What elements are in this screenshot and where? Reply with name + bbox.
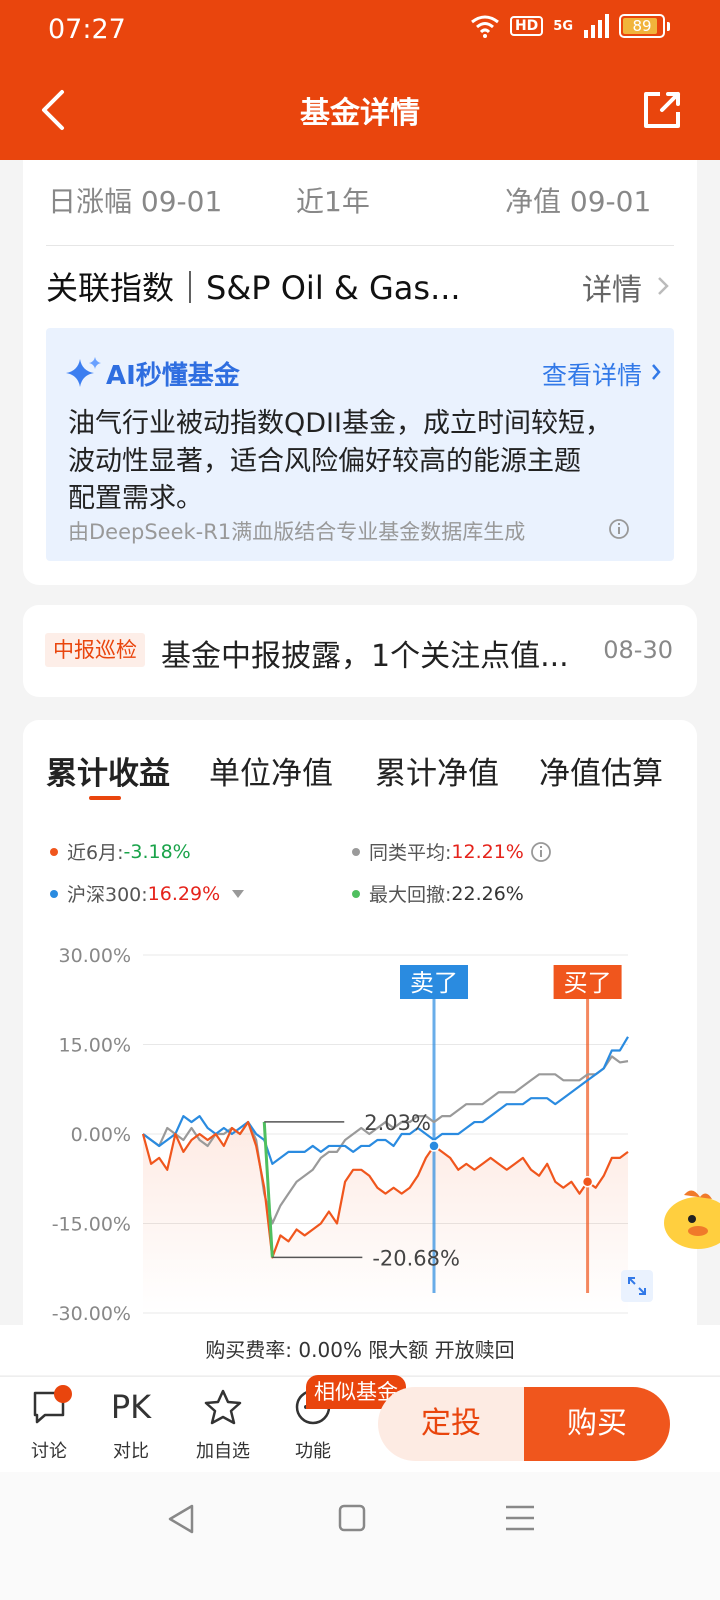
nav-menu-icon[interactable]: [504, 1504, 536, 1532]
legend-peer-label: 同类平均:: [369, 842, 452, 864]
y-tick-label: -15.00%: [52, 1214, 131, 1236]
wifi-icon: [471, 15, 499, 38]
fund-summary-card: 0.00% 5.52% 0.8718 日涨幅 09-01 近1年 净值 09-0…: [23, 120, 697, 585]
annotation-label: 2.03%: [364, 1111, 431, 1135]
discuss-label: 讨论: [31, 1441, 67, 1462]
status-time: 07:27: [48, 14, 126, 45]
y-tick-label: 0.00%: [71, 1124, 131, 1146]
legend-index-label: 沪深300:: [67, 884, 148, 906]
info-icon[interactable]: [530, 841, 552, 863]
add-watchlist-button[interactable]: 加自选: [188, 1385, 258, 1463]
legend-peer: 同类平均: 12.21%: [352, 838, 552, 865]
action-bar: 讨论 PK 对比 加自选 功能 相似基金 定投 购买: [0, 1375, 720, 1472]
ai-title: AI秒懂基金: [106, 361, 240, 391]
pk-icon: PK: [110, 1388, 152, 1426]
notice-card[interactable]: 中报巡检 基金中报披露，1个关注点值... 08-30: [23, 605, 697, 697]
chevron-right-icon: [658, 277, 669, 295]
ai-detail-link[interactable]: 查看详情: [542, 356, 642, 392]
trade-marker-label: 卖了: [410, 969, 458, 997]
y-tick-label: 15.00%: [59, 1035, 131, 1057]
battery-icon: 89: [619, 14, 670, 38]
add-watchlist-label: 加自选: [196, 1441, 250, 1462]
related-index-row[interactable]: 关联指数｜S&P Oil & Gas... 详情: [46, 257, 674, 313]
app-header: 07:27 HD 5G 89 基金详情: [0, 0, 720, 160]
trade-marker-label: 买了: [564, 969, 612, 997]
star-icon: [204, 1389, 242, 1425]
compare-label: 对比: [113, 1441, 149, 1462]
ai-summary-line: 配置需求。: [68, 483, 203, 514]
legend-index[interactable]: 沪深300: 16.29%: [50, 880, 245, 907]
series-area: [143, 1122, 628, 1313]
discuss-button[interactable]: 讨论: [14, 1385, 84, 1463]
nav-home-icon[interactable]: [338, 1504, 366, 1532]
signal-network-label: 5G: [553, 18, 573, 34]
trade-point: [581, 1175, 594, 1188]
y-tick-label: -30.00%: [52, 1303, 131, 1325]
legend-index-value: 16.29%: [147, 882, 221, 905]
related-index-label: 关联指数｜S&P Oil & Gas...: [46, 269, 461, 307]
nav-label: 净值 09-01: [505, 185, 652, 218]
legend-period-value: -3.18%: [123, 840, 191, 863]
notice-date: 08-30: [603, 636, 673, 664]
ai-summary-line: 油气行业被动指数QDII基金，成立时间较短，: [68, 408, 612, 439]
legend-peer-value: 12.21%: [451, 840, 524, 863]
tab-cumulative-return[interactable]: 累计收益: [46, 748, 170, 793]
hd-icon: HD: [509, 16, 544, 36]
signal-icon: [584, 14, 609, 38]
share-icon[interactable]: [640, 88, 684, 132]
status-bar-icons: HD 5G 89: [470, 14, 670, 38]
notice-text: 基金中报披露，1个关注点值...: [161, 639, 569, 674]
info-icon[interactable]: [608, 518, 630, 540]
divider: [46, 245, 674, 246]
notification-dot: [54, 1385, 72, 1403]
page-title: 基金详情: [300, 96, 420, 131]
battery-level: 89: [632, 17, 652, 35]
function-label: 功能: [295, 1441, 331, 1462]
year-change-label: 近1年: [296, 185, 370, 218]
expand-icon[interactable]: [621, 1270, 653, 1302]
tab-unit-nav[interactable]: 单位净值: [209, 748, 333, 793]
sparkle-icon: [66, 357, 101, 387]
annotation-label: -20.68%: [372, 1246, 460, 1270]
tab-nav-estimate[interactable]: 净值估算: [539, 748, 663, 793]
y-tick-label: 30.00%: [59, 945, 131, 967]
legend-drawdown-value: 22.26%: [451, 882, 524, 905]
trade-point: [428, 1140, 440, 1152]
mascot-icon[interactable]: [662, 1185, 720, 1251]
compare-button[interactable]: PK 对比: [96, 1385, 166, 1463]
fee-info: 购买费率: 0.00% 限大额 开放赎回: [0, 1325, 720, 1375]
daily-change-label: 日涨幅 09-01: [48, 185, 223, 218]
nav-back-icon[interactable]: [166, 1502, 198, 1536]
chart-card: 累计收益 单位净值 累计净值 净值估算 近6月: -3.18% 同类平均: 12…: [23, 720, 697, 1360]
related-index-detail-link[interactable]: 详情: [582, 265, 642, 309]
legend-period-label: 近6月:: [67, 842, 124, 864]
legend-drawdown: 最大回撤: 22.26%: [352, 880, 524, 907]
legend-drawdown-label: 最大回撤:: [369, 884, 452, 906]
ai-summary-box[interactable]: AI秒懂基金 查看详情 油气行业被动指数QDII基金，成立时间较短， 波动性显著…: [46, 328, 674, 561]
chevron-right-icon: [652, 364, 661, 380]
return-chart: 30.00% 15.00% 0.00% -15.00% -30.00% 卖了 买了 2.03%…: [52, 945, 629, 1325]
ai-summary-line: 波动性显著，适合风险偏好较高的能源主题: [68, 446, 581, 477]
tab-accumulated-nav[interactable]: 累计净值: [375, 748, 499, 793]
legend-period: 近6月: -3.18%: [50, 838, 191, 865]
caret-down-icon[interactable]: [232, 889, 245, 898]
buy-button[interactable]: 购买: [524, 1387, 670, 1461]
notice-tag: 中报巡检: [45, 633, 145, 667]
tab-active-indicator: [89, 796, 121, 800]
sip-button[interactable]: 定投: [378, 1387, 524, 1461]
system-nav-bar: [0, 1472, 720, 1600]
ai-source-note: 由DeepSeek-R1满血版结合专业基金数据库生成: [68, 520, 526, 544]
